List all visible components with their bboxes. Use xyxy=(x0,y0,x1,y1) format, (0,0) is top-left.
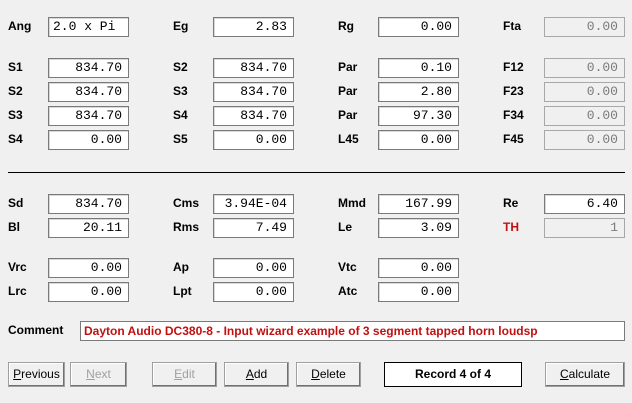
s5-field[interactable]: 0.00 xyxy=(213,130,294,150)
ap-label: Ap xyxy=(173,260,189,274)
par-label: Par xyxy=(338,60,358,74)
fta-label: Fta xyxy=(503,19,521,33)
edit-button[interactable]: Edit xyxy=(152,362,217,387)
par-field[interactable]: 97.30 xyxy=(378,106,459,126)
re-field[interactable]: 6.40 xyxy=(544,194,625,214)
fta-field: 0.00 xyxy=(544,17,625,37)
f34-field: 0.00 xyxy=(544,106,625,126)
s4-label: S4 xyxy=(8,132,23,146)
mmd-label: Mmd xyxy=(338,196,366,210)
s3-field[interactable]: 834.70 xyxy=(48,106,129,126)
edit-button-accel: E xyxy=(174,367,183,381)
sd-field[interactable]: 834.70 xyxy=(48,194,129,214)
edit-button-label: dit xyxy=(182,367,195,381)
record-status: Record 4 of 4 xyxy=(384,362,522,387)
f23-label: F23 xyxy=(503,84,524,98)
par-field[interactable]: 2.80 xyxy=(378,82,459,102)
add-button[interactable]: Add xyxy=(224,362,289,387)
eg-label: Eg xyxy=(173,19,189,33)
ang-field[interactable]: 2.0 x Pi xyxy=(48,17,129,37)
f23-field: 0.00 xyxy=(544,82,625,102)
rms-label: Rms xyxy=(173,220,200,234)
next-button[interactable]: Next xyxy=(70,362,127,387)
eg-field[interactable]: 2.83 xyxy=(213,17,294,37)
par-field[interactable]: 0.10 xyxy=(378,58,459,78)
bl-label: Bl xyxy=(8,220,20,234)
re-label: Re xyxy=(503,196,519,210)
l45-label: L45 xyxy=(338,132,359,146)
s3-label: S3 xyxy=(173,84,188,98)
s1-label: S1 xyxy=(8,60,23,74)
par-label: Par xyxy=(338,84,358,98)
lrc-field[interactable]: 0.00 xyxy=(48,282,129,302)
calculate-button-label: alculate xyxy=(568,367,611,381)
cms-label: Cms xyxy=(173,196,200,210)
previous-button-accel: P xyxy=(13,367,22,381)
next-button-accel: N xyxy=(86,367,95,381)
th-label: TH xyxy=(503,220,519,234)
le-label: Le xyxy=(338,220,353,234)
delete-button[interactable]: Delete xyxy=(296,362,361,387)
ang-label: Ang xyxy=(8,19,32,33)
f12-field: 0.00 xyxy=(544,58,625,78)
add-button-accel: A xyxy=(245,367,254,381)
vrc-label: Vrc xyxy=(8,260,27,274)
calculate-button-accel: C xyxy=(559,367,569,381)
f45-field: 0.00 xyxy=(544,130,625,150)
le-field[interactable]: 3.09 xyxy=(378,218,459,238)
cms-field[interactable]: 3.94E-04 xyxy=(213,194,294,214)
rg-label: Rg xyxy=(338,19,354,33)
vtc-label: Vtc xyxy=(338,260,357,274)
atc-field[interactable]: 0.00 xyxy=(378,282,459,302)
s2-field[interactable]: 834.70 xyxy=(213,58,294,78)
mmd-field[interactable]: 167.99 xyxy=(378,194,459,214)
previous-button-label: revious xyxy=(21,367,60,381)
f34-label: F34 xyxy=(503,108,524,122)
s2-label: S2 xyxy=(173,60,188,74)
delete-button-accel: D xyxy=(311,367,320,381)
s3-field[interactable]: 834.70 xyxy=(213,82,294,102)
s5-label: S5 xyxy=(173,132,188,146)
s2-field[interactable]: 834.70 xyxy=(48,82,129,102)
s4-field[interactable]: 0.00 xyxy=(48,130,129,150)
rg-field[interactable]: 0.00 xyxy=(378,17,459,37)
s2-label: S2 xyxy=(8,84,23,98)
vtc-field[interactable]: 0.00 xyxy=(378,258,459,278)
f45-label: F45 xyxy=(503,132,524,146)
lpt-label: Lpt xyxy=(173,284,192,298)
par-label: Par xyxy=(338,108,358,122)
atc-label: Atc xyxy=(338,284,358,298)
f12-label: F12 xyxy=(503,60,524,74)
l45-field[interactable]: 0.00 xyxy=(378,130,459,150)
ap-field[interactable]: 0.00 xyxy=(213,258,294,278)
delete-button-label: elete xyxy=(319,367,346,381)
previous-button[interactable]: Previous xyxy=(8,362,65,387)
s4-field[interactable]: 834.70 xyxy=(213,106,294,126)
bl-field[interactable]: 20.11 xyxy=(48,218,129,238)
s1-field[interactable]: 834.70 xyxy=(48,58,129,78)
s3-label: S3 xyxy=(8,108,23,122)
next-button-label: ext xyxy=(94,367,111,381)
sd-label: Sd xyxy=(8,196,24,210)
vrc-field[interactable]: 0.00 xyxy=(48,258,129,278)
lpt-field[interactable]: 0.00 xyxy=(213,282,294,302)
comment-field[interactable]: Dayton Audio DC380-8 - Input wizard exam… xyxy=(80,321,625,341)
th-field: 1 xyxy=(544,218,625,238)
calculate-button[interactable]: Calculate xyxy=(545,362,625,387)
lrc-label: Lrc xyxy=(8,284,27,298)
add-button-label: dd xyxy=(253,367,268,381)
comment-label: Comment xyxy=(8,323,64,337)
section-divider xyxy=(8,172,625,173)
rms-field[interactable]: 7.49 xyxy=(213,218,294,238)
s4-label: S4 xyxy=(173,108,188,122)
